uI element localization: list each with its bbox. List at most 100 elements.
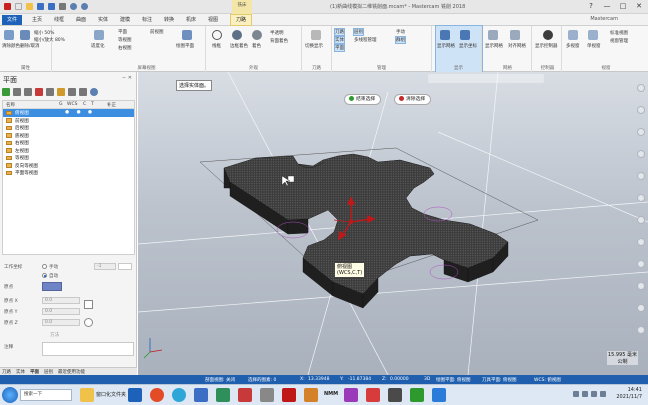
window-label[interactable]: 窗口化文件夹 — [96, 391, 126, 398]
settings-icon[interactable] — [637, 326, 645, 334]
system-clock[interactable]: 14:41 2021/11/7 — [616, 387, 642, 401]
taskbar-search[interactable]: 搜索一下 — [20, 389, 72, 401]
work-offset-dropdown[interactable] — [118, 263, 132, 270]
tab-wireframe[interactable]: 线框 — [54, 16, 64, 23]
front-view-icon[interactable] — [637, 238, 645, 246]
ime-icon[interactable] — [600, 391, 606, 397]
equal-icon[interactable] — [46, 88, 54, 96]
edge-icon[interactable] — [172, 388, 186, 402]
clear-selection-button[interactable]: 清除选择 — [394, 94, 432, 105]
planes-manager-toggle[interactable]: 平面 — [334, 44, 345, 52]
shaded-edges-icon[interactable] — [232, 30, 242, 40]
browser-icon[interactable] — [150, 388, 164, 402]
print-icon[interactable] — [59, 3, 66, 10]
nmm-app[interactable]: NMM — [324, 391, 338, 397]
save-icon[interactable] — [37, 3, 44, 10]
toggle-display-icon[interactable] — [311, 30, 321, 40]
rotate-icon[interactable] — [637, 128, 645, 136]
app-icon-purple[interactable] — [344, 388, 358, 402]
column-wcs[interactable]: WCS — [67, 102, 77, 107]
tab-file[interactable]: 文件 — [2, 15, 22, 25]
close-button[interactable]: ✕ — [634, 2, 644, 11]
powerpoint-icon[interactable] — [366, 388, 380, 402]
draw-plane-icon[interactable] — [182, 30, 192, 40]
tab-solids[interactable]: 实体 — [98, 16, 108, 23]
manual-radio[interactable] — [42, 264, 47, 269]
manual-button[interactable]: 手动 — [396, 29, 405, 35]
right-view-button[interactable]: 右视图 — [118, 45, 132, 51]
start-button[interactable] — [2, 387, 18, 403]
help-icon[interactable]: ? — [586, 2, 596, 11]
show-grid-2-icon[interactable] — [488, 30, 498, 40]
add-plane-icon[interactable] — [2, 88, 10, 96]
battery-icon[interactable] — [591, 391, 597, 397]
tab-model-prep[interactable]: 建模 — [120, 16, 130, 23]
file-explorer-icon[interactable] — [80, 388, 94, 402]
iso-view-icon[interactable] — [637, 260, 645, 268]
front-view-button[interactable]: 前视图 — [150, 29, 164, 35]
app-icon-blue[interactable] — [432, 388, 446, 402]
origin-x-input[interactable]: 0.0 — [42, 297, 80, 304]
column-g[interactable]: G — [59, 102, 63, 107]
redo-icon[interactable] — [81, 3, 88, 10]
standard-view-button[interactable]: 标准视图 — [610, 30, 628, 36]
grid-icon[interactable] — [79, 88, 87, 96]
settings-app-icon[interactable] — [260, 388, 274, 402]
levels-manager-toggle[interactable]: 层别 — [353, 28, 364, 36]
column-offset[interactable]: 补正 — [107, 102, 116, 108]
set-wcs-icon[interactable] — [35, 88, 43, 96]
backface-button[interactable]: 背面着色 — [270, 38, 288, 44]
column-c[interactable]: C — [83, 102, 86, 107]
plane-row[interactable]: 后视图 — [3, 124, 134, 132]
excel-icon[interactable] — [216, 388, 230, 402]
view-cube-icon[interactable] — [637, 84, 645, 92]
save-as-icon[interactable] — [48, 3, 55, 10]
plane-row[interactable]: 前视图 — [3, 117, 134, 125]
tab-transform[interactable]: 转换 — [164, 16, 174, 23]
plane-row[interactable]: 等视图 — [3, 154, 134, 162]
draw-plane-status[interactable]: 绘图平面: 俯视图 — [436, 377, 470, 383]
snap-grid-icon[interactable] — [510, 30, 520, 40]
tab-machine[interactable]: 机床 — [186, 16, 196, 23]
terminal-icon[interactable] — [388, 388, 402, 402]
origin-color-swatch[interactable] — [42, 282, 62, 291]
plane-options-icon[interactable] — [57, 88, 65, 96]
section-view-status[interactable]: 剖面视图: 关闭 — [205, 377, 235, 383]
new-file-icon[interactable] — [15, 3, 22, 10]
plane-row[interactable]: 反向等视图 — [3, 162, 134, 170]
pdf-icon[interactable] — [282, 388, 296, 402]
toolpaths-manager-toggle[interactable]: 刀路 — [334, 28, 345, 36]
show-grid-icon[interactable] — [440, 30, 450, 40]
column-name[interactable]: 名称 — [6, 102, 15, 108]
work-offset-input[interactable]: -1 — [94, 263, 116, 270]
undo-icon[interactable] — [70, 3, 77, 10]
taskbar-app-icon[interactable] — [128, 388, 142, 402]
network-icon[interactable] — [573, 391, 579, 397]
reset-origin-icon[interactable] — [84, 318, 93, 327]
zoom-out-icon[interactable] — [637, 194, 645, 202]
origin-z-input[interactable]: 0.0 — [42, 319, 80, 326]
end-selection-button[interactable]: 结束选择 — [344, 94, 382, 105]
zoom-in-icon[interactable] — [637, 172, 645, 180]
tab-toolpaths[interactable]: 刀路 — [230, 14, 252, 26]
open-file-icon[interactable] — [26, 3, 33, 10]
top-view-icon[interactable] — [637, 216, 645, 224]
mastercam-icon[interactable] — [238, 388, 252, 402]
shaded-icon[interactable] — [252, 30, 262, 40]
tab-home[interactable]: 主页 — [32, 16, 42, 23]
select-plane-icon[interactable] — [13, 88, 21, 96]
multi-viewport-icon[interactable] — [568, 30, 578, 40]
top-view-button[interactable]: 平面 — [118, 29, 127, 35]
viewport-manager-button[interactable]: 视窗管理 — [610, 38, 628, 44]
select-origin-icon[interactable] — [84, 300, 93, 309]
graphics-viewport[interactable]: 选择实体面。 结束选择 清除选择 俯视图 (WCS,C,T) 15.995 毫米… — [138, 72, 648, 375]
maximize-button[interactable]: □ — [618, 2, 628, 11]
translucent-button[interactable]: 半透明 — [270, 30, 284, 36]
wireframe-icon[interactable] — [212, 30, 222, 40]
plane-row[interactable]: 平面等视图 — [3, 169, 134, 177]
controller-icon[interactable] — [543, 30, 553, 40]
tab-view[interactable]: 视图 — [208, 16, 218, 23]
zoom-fit-icon[interactable] — [637, 106, 645, 114]
plane-filter-icon[interactable] — [68, 88, 76, 96]
auto-radio[interactable] — [42, 273, 47, 278]
